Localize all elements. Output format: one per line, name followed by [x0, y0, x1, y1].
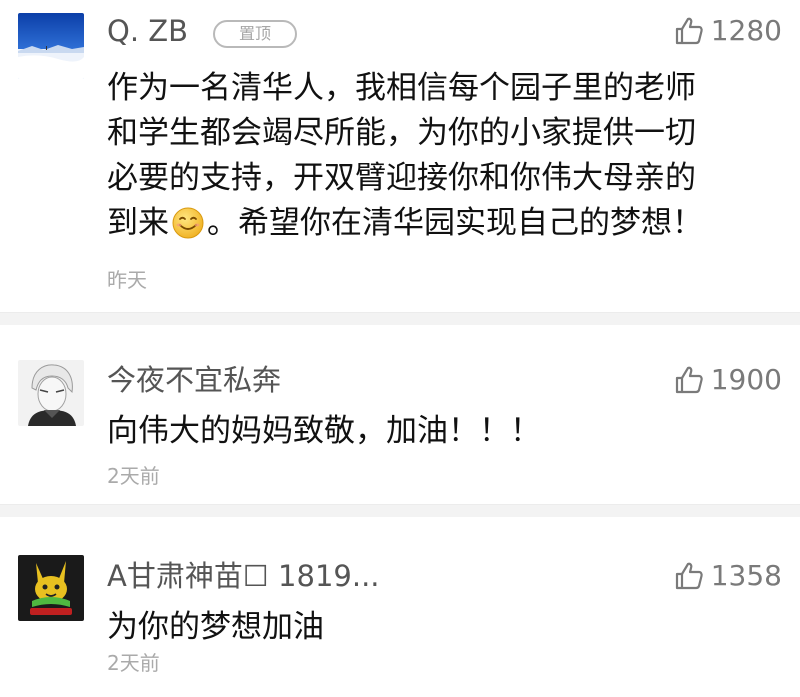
- thumbs-up-icon: [675, 366, 703, 394]
- comment-line: 向伟大的妈妈致敬，加油！！！: [107, 413, 541, 449]
- comment-item: A甘肃神苗☐ 1819... 1358 为你的梦想加油 2天前: [0, 517, 800, 697]
- pinned-badge: 置顶: [213, 20, 297, 48]
- like-button[interactable]: 1358: [673, 559, 782, 593]
- smile-emoji-icon: [172, 207, 204, 239]
- avatar-sketch-portrait-image: [18, 360, 84, 426]
- comment-list: Q. ZB 置顶 1280 作为一名清华人，我相信每个园子里的老师 和学生都会竭…: [0, 0, 800, 697]
- like-button[interactable]: 1280: [673, 14, 782, 48]
- comment-text-segment: 到来: [107, 205, 169, 241]
- avatar[interactable]: [18, 13, 84, 79]
- comment-item: 今夜不宜私奔 1900 向伟大的妈妈致敬，加油！！！ 2天前: [0, 325, 800, 517]
- avatar-cartoon-rabbit-image: [18, 555, 84, 621]
- comment-line: 为你的梦想加油: [107, 609, 324, 645]
- comment-text-segment: 。希望你在清华园实现自己的梦想！: [207, 205, 703, 241]
- section-divider: [0, 504, 800, 517]
- avatar[interactable]: [18, 360, 84, 426]
- avatar-snow-landscape-image: [18, 13, 84, 79]
- comment-time: 2天前: [107, 651, 160, 675]
- comment-time: 2天前: [107, 464, 160, 488]
- thumbs-up-icon: [675, 562, 703, 590]
- username[interactable]: A甘肃神苗☐ 1819...: [107, 559, 380, 593]
- avatar[interactable]: [18, 555, 84, 621]
- section-divider: [0, 312, 800, 325]
- comment-text: 向伟大的妈妈致敬，加油！！！: [107, 409, 787, 454]
- comment-line: 作为一名清华人，我相信每个园子里的老师: [107, 70, 696, 106]
- comment-line: 必要的支持，开双臂迎接你和你伟大母亲的: [107, 160, 696, 196]
- like-count: 1358: [710, 559, 782, 592]
- comment-line-with-emoji: 到来 。希望你在清华园实现自己的梦想！: [107, 201, 787, 246]
- like-count: 1900: [710, 363, 782, 396]
- username[interactable]: 今夜不宜私奔: [107, 363, 281, 397]
- like-count: 1280: [710, 14, 782, 47]
- comment-time: 昨天: [107, 268, 147, 292]
- comment-line: 和学生都会竭尽所能，为你的小家提供一切: [107, 115, 696, 151]
- username[interactable]: Q. ZB: [107, 14, 188, 48]
- comment-item: Q. ZB 置顶 1280 作为一名清华人，我相信每个园子里的老师 和学生都会竭…: [0, 0, 800, 325]
- comment-text: 作为一名清华人，我相信每个园子里的老师 和学生都会竭尽所能，为你的小家提供一切 …: [107, 66, 787, 246]
- like-button[interactable]: 1900: [673, 363, 782, 397]
- thumbs-up-icon: [675, 17, 703, 45]
- comment-text: 为你的梦想加油: [107, 605, 787, 650]
